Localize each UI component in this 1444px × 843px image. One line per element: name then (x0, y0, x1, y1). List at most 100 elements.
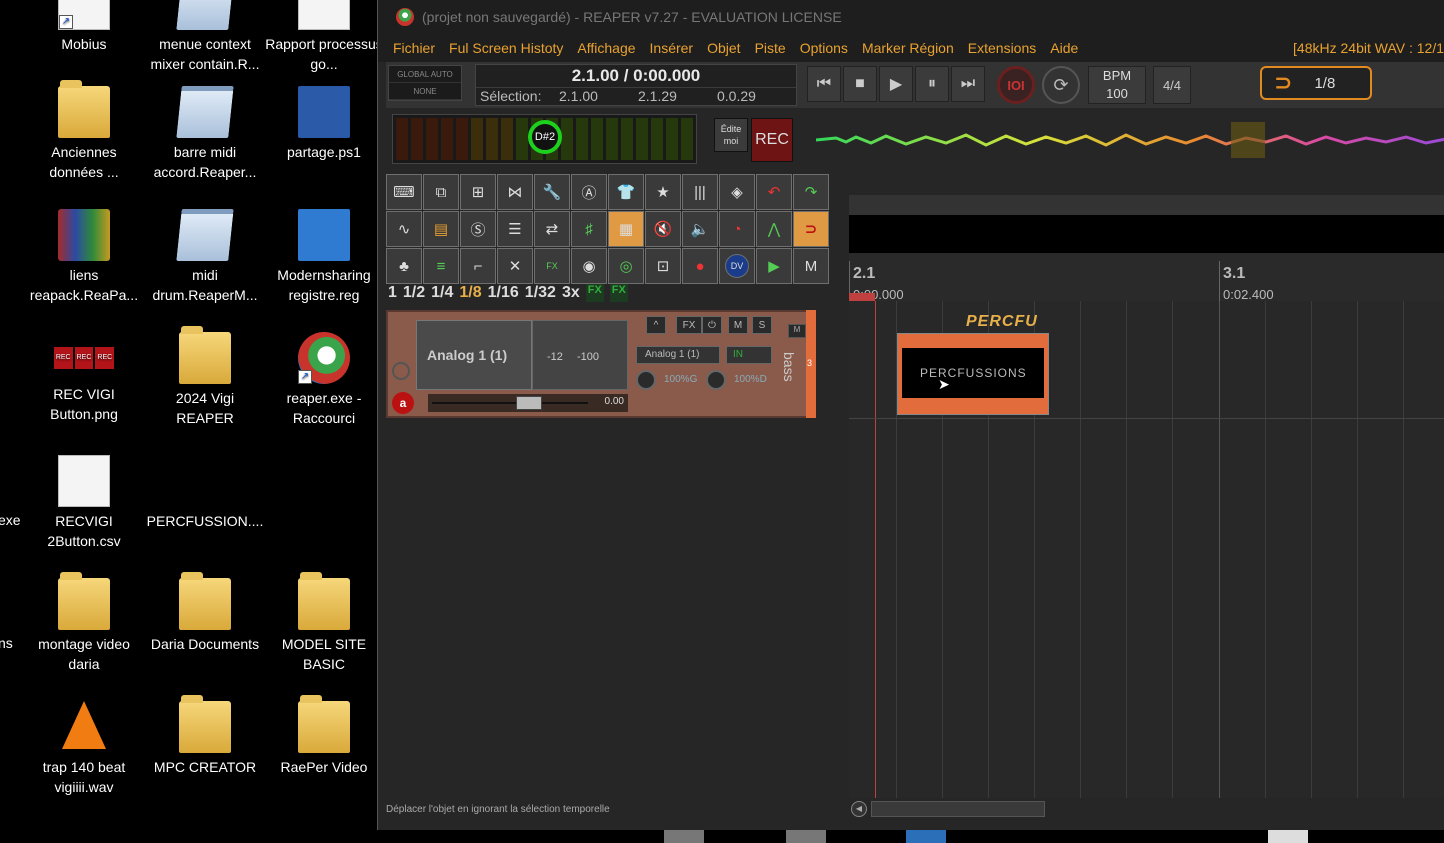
barcode-icon[interactable]: ||| (682, 174, 718, 210)
automation-icon[interactable]: ▤ (423, 211, 459, 247)
anarchy-icon[interactable]: Ⓐ (571, 174, 607, 210)
timeline-ruler[interactable]: 2.1 0:00.000 3.1 0:02.400 (849, 253, 1444, 302)
menu-options[interactable]: Options (800, 40, 848, 56)
link-icon[interactable]: ⇄ (534, 211, 570, 247)
scroll-thumb[interactable] (871, 801, 1045, 817)
repeat-button[interactable]: ⟳ (1042, 66, 1080, 104)
pan-knob-right[interactable] (706, 370, 726, 390)
desktop-icon-model-site[interactable]: MODEL SITE BASIC (265, 572, 383, 674)
menu-full-screen-history[interactable]: Ful Screen Histoty (449, 40, 563, 56)
stairs-icon[interactable]: ⌐ (460, 248, 496, 284)
dv-icon[interactable]: DV (719, 248, 755, 284)
desktop-icon-rec-vigi[interactable]: REC REC REC REC VIGI Button.png (25, 332, 143, 424)
pan-knob-left[interactable] (636, 370, 656, 390)
audio-format-status[interactable]: [48kHz 24bit WAV : 12/1 (1293, 40, 1444, 56)
taskbar-item[interactable] (906, 830, 946, 843)
desktop-icon-rapport[interactable]: Rapport processus go... (265, 0, 383, 74)
record-dot-icon[interactable]: ● (682, 248, 718, 284)
menu-affichage[interactable]: Affichage (577, 40, 635, 56)
video-icon[interactable]: ▶ (756, 248, 792, 284)
menu-extensions[interactable]: Extensions (968, 40, 1036, 56)
input-monitor-button[interactable]: IN (726, 346, 772, 364)
desktop-icon-modernsharing[interactable]: Modernsharing registre.reg (265, 209, 383, 305)
solo-button[interactable]: S (752, 316, 772, 334)
menu-piste[interactable]: Piste (755, 40, 786, 56)
time-signature[interactable]: 4/4 (1153, 66, 1191, 104)
marker-lane[interactable] (849, 215, 1444, 253)
menu-aide[interactable]: Aide (1050, 40, 1078, 56)
global-automation[interactable]: GLOBAL AUTO NONE (388, 65, 462, 101)
horizontal-scrollbar[interactable]: ◀ (851, 800, 1444, 818)
wrench-icon[interactable]: 🔧 (534, 174, 570, 210)
desktop-icon-recvigi-csv[interactable]: RECVIGI 2Button.csv (25, 455, 143, 551)
menu-objet[interactable]: Objet (707, 40, 740, 56)
grid-snap-toggle-icon[interactable]: ▦ (608, 211, 644, 247)
record-arm-button[interactable]: a (392, 392, 414, 414)
snap-magnet-icon[interactable]: ⊃ (793, 211, 829, 247)
volume-fader[interactable]: 0.00 (428, 394, 628, 412)
speaker-off-icon[interactable]: 🔈 (682, 211, 718, 247)
input-select[interactable]: Analog 1 (1) (636, 346, 720, 364)
mute-button[interactable]: M (728, 316, 748, 334)
sws-icon[interactable]: Ⓢ (460, 211, 496, 247)
speaker-box-icon[interactable]: ⊡ (645, 248, 681, 284)
fx-eye-icon[interactable]: FX (534, 248, 570, 284)
desktop-icon-mobius[interactable]: ↗ Mobius (25, 0, 143, 54)
desktop-icon-daria-documents[interactable]: Daria Documents (146, 572, 264, 654)
midi-icon[interactable]: M (793, 248, 829, 284)
scroll-left-icon[interactable]: ◀ (851, 801, 867, 817)
redo-loop-icon[interactable]: ↷ (793, 174, 829, 210)
fx-bypass-button[interactable]: ⏻ (702, 316, 722, 334)
envelope-button[interactable]: M (788, 324, 806, 338)
eye-icon[interactable]: ◉ (571, 248, 607, 284)
menu-marker-region[interactable]: Marker Région (862, 40, 954, 56)
desktop-icon-liens-reapack[interactable]: liens reapack.ReaPa... (25, 209, 143, 305)
track-control-panel[interactable]: a Analog 1 (1) -12 -100 0.00 ^ FX ⏻ M S … (386, 310, 816, 418)
star-icon[interactable]: ★ (645, 174, 681, 210)
taskbar-item[interactable] (664, 830, 704, 843)
go-to-end-button[interactable]: ⏭ (951, 66, 985, 102)
desktop-icon-montage-video[interactable]: montage video daria (25, 572, 143, 674)
phase-icon[interactable] (392, 362, 410, 380)
playhead-marker[interactable] (849, 293, 875, 301)
console-icon[interactable]: ☰ (497, 211, 533, 247)
pick-icon[interactable]: ◈ (719, 174, 755, 210)
desktop-icon-reaper-shortcut[interactable]: ↗ reaper.exe - Raccourci (265, 332, 383, 428)
menu-fichier[interactable]: Fichier (393, 40, 435, 56)
key-indicator[interactable]: D#2 (528, 120, 562, 154)
desktop-icon-mpc-creator[interactable]: MPC CREATOR (146, 695, 264, 777)
tshirt-icon[interactable]: 👕 (608, 174, 644, 210)
close-icon[interactable]: ✕ (497, 248, 533, 284)
add-folder-icon[interactable]: ⊞ (460, 174, 496, 210)
desktop-icon-anciennes[interactable]: Anciennes données ... (25, 80, 143, 182)
fx-button[interactable]: FX (676, 316, 702, 334)
tuner-icon[interactable]: ♯ (571, 211, 607, 247)
desktop-icon-menu-context[interactable]: menue context mixer contain.R... (146, 0, 264, 74)
mixer-icon[interactable]: ≡ (423, 248, 459, 284)
clubs-icon[interactable]: ♣ (386, 248, 422, 284)
go-to-start-button[interactable]: ⏮ (807, 66, 841, 102)
pause-button[interactable]: ⏸ (915, 66, 949, 102)
title-bar[interactable]: (projet non sauvegardé) - REAPER v7.27 -… (378, 0, 1444, 34)
collapse-button[interactable]: ^ (646, 316, 666, 334)
fader-knob[interactable] (516, 396, 542, 410)
bpm-display[interactable]: BPM 100 (1088, 66, 1146, 104)
media-item[interactable]: PERCFUSSIONS ➤ (897, 333, 1049, 415)
node-icon[interactable]: ⋈ (497, 174, 533, 210)
track-name[interactable]: Analog 1 (1) (416, 320, 532, 390)
trim-icon[interactable]: ⋀ (756, 211, 792, 247)
edit-me-button[interactable]: Édite moi (714, 118, 748, 152)
record-button[interactable]: IOI (997, 66, 1035, 104)
desktop-icon-trap-wav[interactable]: trap 140 beat vigiiii.wav (25, 701, 143, 797)
play-button[interactable]: ▶ (879, 66, 913, 102)
time-display[interactable]: 2.1.00 / 0:00.000 Sélection: 2.1.00 2.1.… (475, 64, 797, 106)
arrange-view[interactable]: 2.1 0:00.000 3.1 0:02.400 PERCFU PERCFUS… (849, 195, 1444, 798)
copy-icon[interactable]: ⧉ (423, 174, 459, 210)
mute-speaker-icon[interactable]: 🔇 (645, 211, 681, 247)
desktop-icon-midi-drum[interactable]: midi drum.ReaperM... (146, 209, 264, 305)
desktop-icon-barre-midi[interactable]: barre midi accord.Reaper... (146, 86, 264, 182)
menu-inserer[interactable]: Insérer (650, 40, 694, 56)
waveform-icon[interactable]: ∿ (386, 211, 422, 247)
desktop-icon-2024-vigi[interactable]: 2024 Vigi REAPER (146, 326, 264, 428)
stop-button[interactable]: ■ (843, 66, 877, 102)
